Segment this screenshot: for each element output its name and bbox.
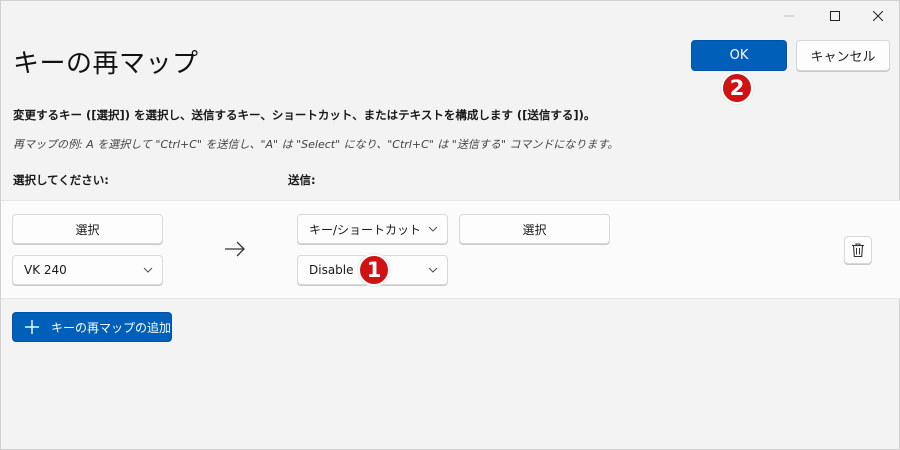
chevron-down-icon <box>134 267 162 273</box>
source-key-value: VK 240 <box>24 263 67 277</box>
maximize-icon <box>830 11 840 21</box>
arrow-right-icon <box>225 241 245 257</box>
remap-keys-window: キーの再マップ OK キャンセル 2 変更するキー ([選択]) を選択し、送信… <box>0 0 900 450</box>
delete-mapping-button[interactable] <box>844 236 872 264</box>
add-remapping-button[interactable]: キーの再マップの追加 <box>12 312 172 342</box>
annotation-badge-2: 2 <box>721 72 753 104</box>
close-icon <box>873 11 883 21</box>
minimize-icon <box>784 15 794 17</box>
trash-icon <box>852 243 864 258</box>
source-select-button[interactable]: 選択 <box>12 214 163 244</box>
example-text: 再マップの例: A を選択して "Ctrl+C" を送信し、"A" は "Sel… <box>13 138 619 151</box>
add-remapping-label: キーの再マップの追加 <box>51 320 172 335</box>
chevron-down-icon <box>419 226 447 232</box>
maximize-button[interactable] <box>812 1 858 31</box>
target-type-dropdown[interactable]: キー/ショートカットの送 <box>297 214 448 244</box>
minimize-button[interactable] <box>766 1 812 31</box>
target-type-value: キー/ショートカットの送 <box>309 222 419 237</box>
source-select-label: 選択 <box>75 222 100 237</box>
chevron-down-icon <box>419 267 447 273</box>
target-select-button[interactable]: 選択 <box>459 214 610 244</box>
description-text: 変更するキー ([選択]) を選択し、送信するキー、ショートカット、またはテキス… <box>13 108 596 122</box>
page-title: キーの再マップ <box>13 49 199 79</box>
target-select-label: 選択 <box>522 222 547 237</box>
cancel-button[interactable]: キャンセル <box>796 40 890 71</box>
select-column-label: 選択してください: <box>13 173 109 187</box>
source-key-dropdown[interactable]: VK 240 <box>12 255 163 285</box>
send-column-label: 送信: <box>288 173 316 187</box>
annotation-badge-1: 1 <box>358 254 390 286</box>
ok-button[interactable]: OK <box>691 40 787 71</box>
close-window-button[interactable] <box>855 1 900 31</box>
plus-icon <box>13 320 51 334</box>
